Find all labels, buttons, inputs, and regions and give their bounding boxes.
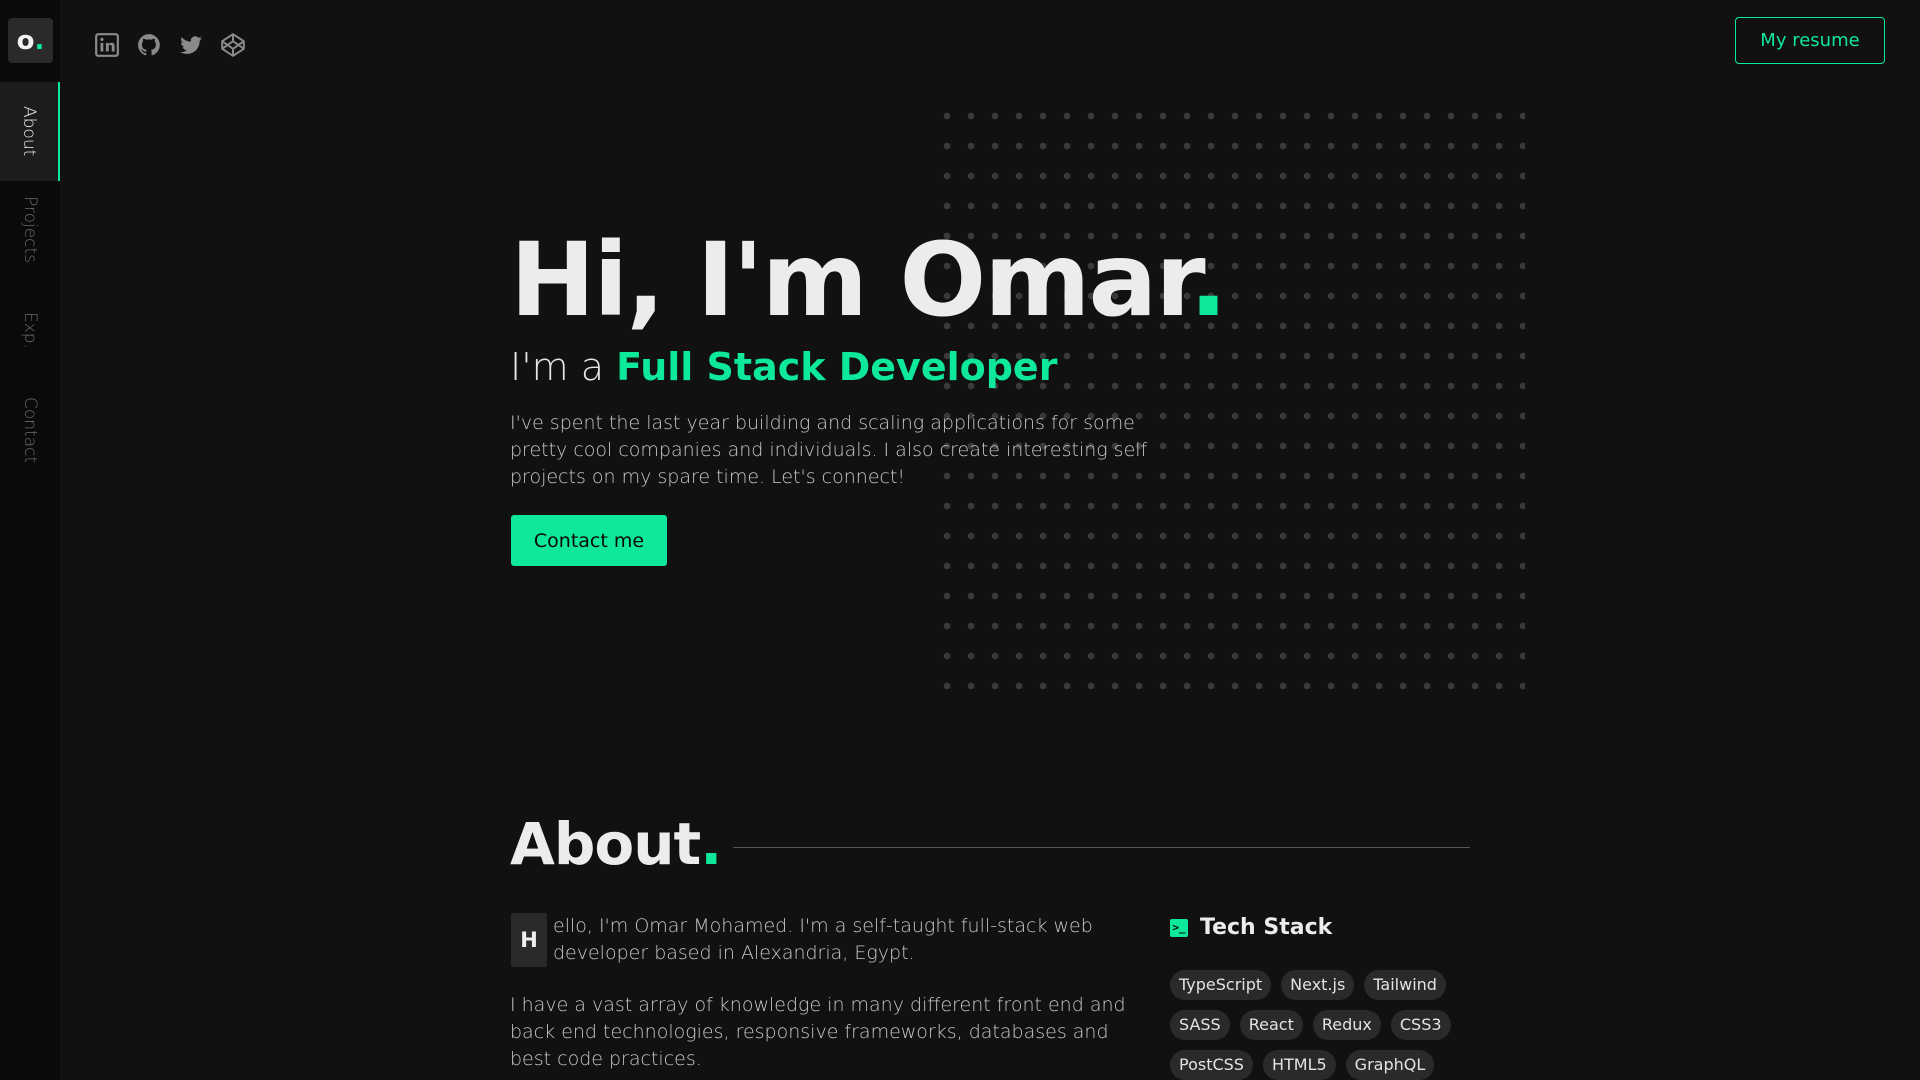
nav-label-projects: Projects — [20, 196, 40, 264]
tech-chip: TypeScript — [1170, 970, 1272, 1000]
hero-description: I've spent the last year building and sc… — [510, 412, 1148, 488]
tech-chip: GraphQL — [1345, 1050, 1435, 1080]
twitter-icon[interactable] — [178, 32, 204, 58]
hero-subtitle: I'm a Full Stack Developer — [510, 345, 1057, 389]
tech-chip: Tailwind — [1364, 970, 1446, 1000]
dot-grid-decoration — [935, 101, 1525, 691]
about-heading-dot: . — [700, 810, 722, 878]
nav-item-projects[interactable]: Projects — [0, 185, 60, 275]
about-divider — [733, 847, 1470, 848]
hero-title-dot: . — [1189, 221, 1228, 340]
about-dropcap: H — [511, 913, 547, 967]
hero-title: Hi, I'm Omar. — [510, 224, 1228, 337]
nav-label-contact: Contact — [20, 396, 40, 464]
about-paragraph-2: I have a vast array of knowledge in many… — [510, 994, 1126, 1070]
logo-dot: . — [34, 25, 45, 56]
tech-chip: HTML5 — [1262, 1050, 1336, 1080]
nav-item-exp[interactable]: Exp. — [0, 300, 60, 360]
tech-chip: Redux — [1312, 1010, 1381, 1040]
sidebar: o. About Projects Exp. Contact — [0, 0, 60, 1080]
terminal-icon: >_ — [1170, 918, 1188, 937]
hero-subtitle-prefix: I'm a — [510, 345, 605, 389]
tech-stack-list: TypeScript Next.js Tailwind SASS React R… — [1170, 970, 1490, 1080]
tech-stack-title: Tech Stack — [1200, 915, 1333, 940]
hero-subtitle-role: Full Stack Developer — [616, 345, 1058, 389]
about-heading-text: About — [510, 810, 701, 878]
nav-label-exp: Exp. — [20, 311, 40, 349]
tech-chip: Next.js — [1281, 970, 1355, 1000]
contact-button[interactable]: Contact me — [511, 515, 667, 566]
tech-chip: PostCSS — [1170, 1050, 1253, 1080]
logo-letter: o — [16, 25, 35, 56]
social-links — [94, 32, 246, 58]
about-heading: About. — [510, 810, 722, 878]
tech-stack-header: >_ Tech Stack — [1170, 915, 1332, 940]
codepen-icon[interactable] — [220, 32, 246, 58]
resume-button[interactable]: My resume — [1735, 17, 1885, 64]
tech-chip: SASS — [1170, 1010, 1230, 1040]
logo[interactable]: o. — [8, 18, 53, 63]
tech-chip: React — [1239, 1010, 1303, 1040]
nav-item-about[interactable]: About — [0, 82, 60, 181]
hero-title-text: Hi, I'm Omar — [510, 221, 1191, 340]
github-icon[interactable] — [136, 32, 162, 58]
tech-chip: CSS3 — [1390, 1010, 1451, 1040]
nav-item-contact[interactable]: Contact — [0, 385, 60, 475]
nav-label-about: About — [19, 106, 39, 157]
about-paragraph-1: ello, I'm Omar Mohamed. I'm a self-taugh… — [553, 915, 1093, 964]
linkedin-icon[interactable] — [94, 32, 120, 58]
